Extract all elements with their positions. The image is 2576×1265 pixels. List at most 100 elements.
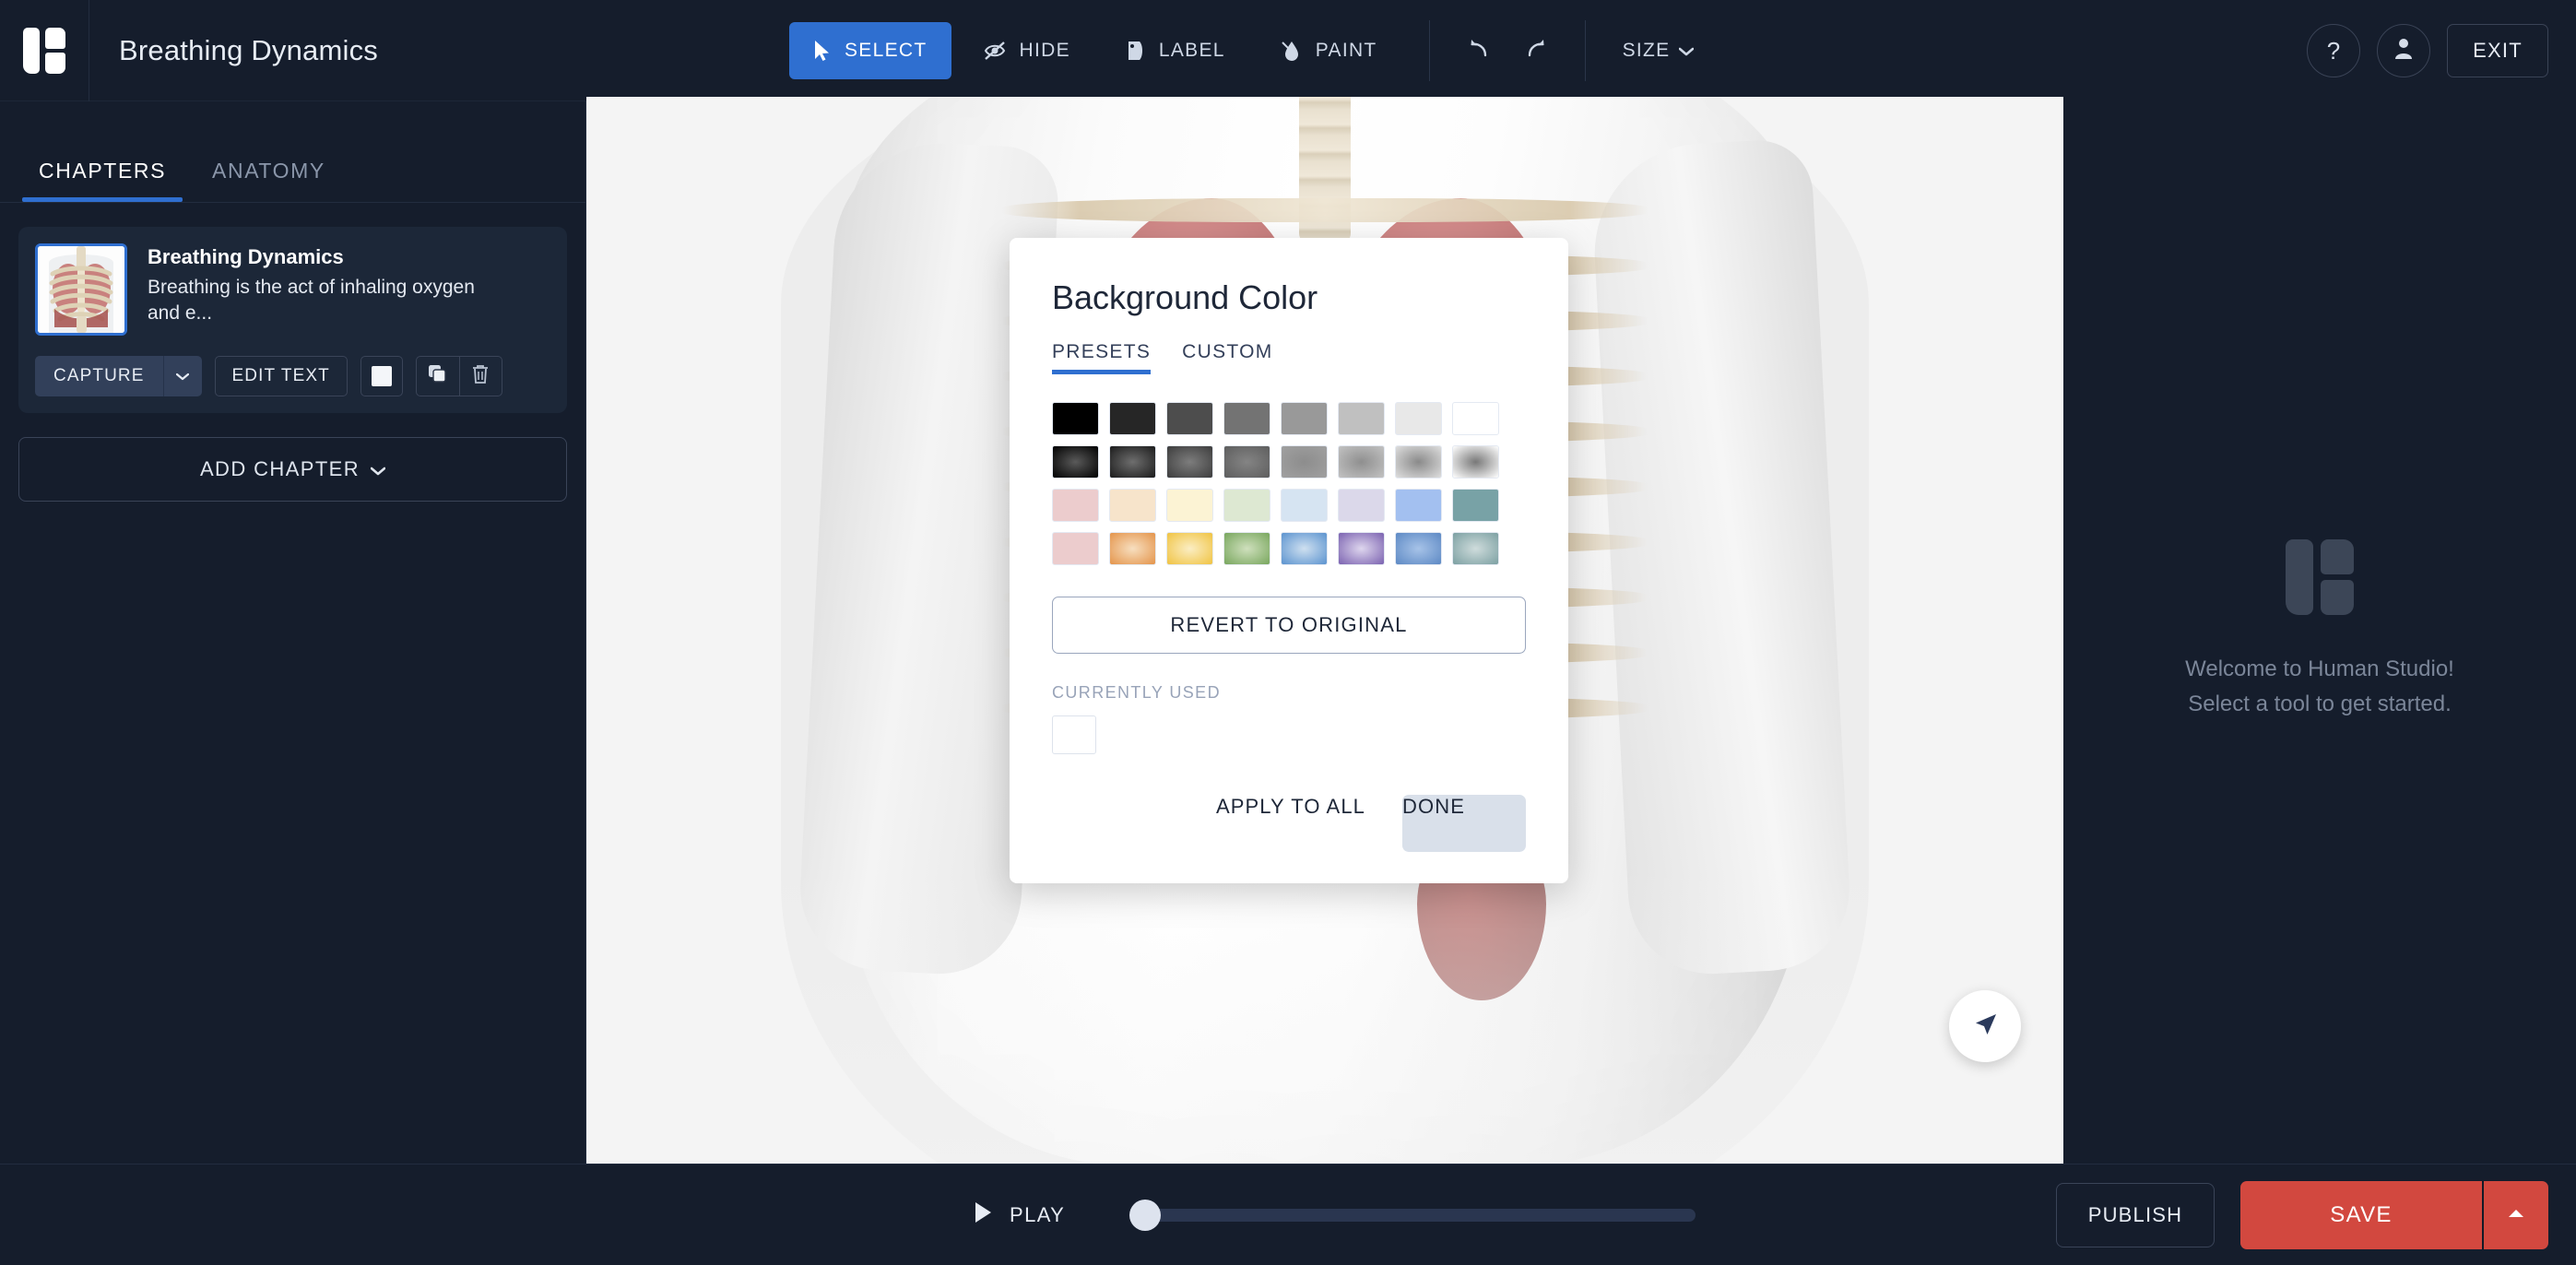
tool-paint[interactable]: PAINT — [1257, 22, 1401, 79]
tool-hide[interactable]: HIDE — [959, 22, 1094, 79]
color-swatch[interactable] — [1223, 489, 1270, 522]
sidebar-tabs: CHAPTERS ANATOMY — [0, 101, 585, 203]
color-swatch[interactable] — [1281, 532, 1328, 565]
help-button[interactable]: ? — [2307, 24, 2360, 77]
color-swatch[interactable] — [1452, 445, 1499, 479]
done-button[interactable]: DONE — [1402, 795, 1526, 852]
save-options-button[interactable] — [2482, 1180, 2548, 1249]
save-button[interactable]: SAVE — [2240, 1180, 2482, 1249]
color-swatch[interactable] — [1109, 445, 1156, 479]
apply-to-all-button[interactable]: APPLY TO ALL — [1196, 795, 1386, 852]
play-label: PLAY — [1010, 1202, 1066, 1226]
delete-button[interactable] — [458, 357, 502, 396]
undo-arrow-icon — [1466, 36, 1492, 66]
color-swatch[interactable] — [1109, 532, 1156, 565]
color-swatch[interactable] — [1223, 445, 1270, 479]
play-triangle-icon — [973, 1200, 993, 1229]
chapter-actions: CAPTURE EDIT TEXT — [35, 356, 550, 396]
edit-text-button[interactable]: EDIT TEXT — [214, 356, 348, 396]
dialog-title: Background Color — [1052, 278, 1318, 316]
color-swatch[interactable] — [1338, 489, 1385, 522]
color-swatch[interactable] — [1338, 445, 1385, 479]
bottom-bar: PLAY PUBLISH SAVE — [0, 1164, 2576, 1265]
color-swatch[interactable] — [1338, 402, 1385, 435]
toolbar-divider-1 — [1428, 20, 1430, 81]
currently-used-swatch[interactable] — [1052, 715, 1096, 754]
color-swatch[interactable] — [1052, 445, 1099, 479]
app-header: Breathing Dynamics SELECT HIDE LABEL PAI… — [0, 0, 2576, 101]
color-swatch[interactable] — [1281, 489, 1328, 522]
color-swatch[interactable] — [1395, 489, 1442, 522]
color-swatch[interactable] — [1052, 489, 1099, 522]
swatch-row — [1052, 402, 1526, 435]
tool-select[interactable]: SELECT — [789, 22, 951, 79]
app-logo[interactable] — [0, 0, 89, 101]
navigation-fab-button[interactable] — [1949, 990, 2021, 1062]
human-studio-logo-icon — [23, 27, 65, 74]
timeline-slider-handle[interactable] — [1129, 1199, 1161, 1231]
chapter-thumbnail-ribcage-lungs[interactable] — [35, 243, 127, 336]
tool-label-label: LABEL — [1158, 40, 1225, 61]
save-button-group: SAVE — [2240, 1180, 2548, 1249]
tab-chapters[interactable]: CHAPTERS — [22, 159, 183, 202]
color-swatch[interactable] — [1166, 489, 1213, 522]
color-swatch[interactable] — [1452, 489, 1499, 522]
cursor-arrow-icon — [813, 40, 832, 62]
color-swatch[interactable] — [1223, 532, 1270, 565]
color-swatch[interactable] — [1452, 402, 1499, 435]
toolbar: SELECT HIDE LABEL PAINT SIZE — [789, 0, 1710, 101]
tab-anatomy[interactable]: ANATOMY — [195, 159, 342, 202]
background-color-swatch-icon — [371, 366, 392, 386]
tab-custom[interactable]: CUSTOM — [1182, 341, 1272, 374]
welcome-message: Welcome to Human Studio! Select a tool t… — [2185, 652, 2454, 722]
welcome-line-2: Select a tool to get started. — [2188, 691, 2452, 716]
eye-slash-icon — [983, 41, 1007, 61]
trash-icon — [471, 364, 490, 389]
color-swatch[interactable] — [1052, 532, 1099, 565]
color-swatch[interactable] — [1109, 402, 1156, 435]
duplicate-button[interactable] — [417, 357, 459, 396]
color-swatch[interactable] — [1395, 445, 1442, 479]
right-panel: Welcome to Human Studio! Select a tool t… — [2063, 97, 2576, 1164]
color-swatch[interactable] — [1395, 402, 1442, 435]
size-dropdown[interactable]: SIZE — [1606, 22, 1711, 79]
welcome-line-1: Welcome to Human Studio! — [2185, 656, 2454, 681]
capture-dropdown-button[interactable] — [162, 356, 202, 396]
add-chapter-button[interactable]: ADD CHAPTER — [18, 437, 567, 502]
color-swatch[interactable] — [1281, 402, 1328, 435]
human-studio-logo-icon — [2286, 538, 2354, 615]
color-swatch[interactable] — [1395, 532, 1442, 565]
chevron-down-icon — [175, 366, 190, 386]
tool-label[interactable]: LABEL — [1102, 22, 1249, 79]
timeline-slider[interactable] — [1129, 1199, 1696, 1231]
chapter-description: Breathing is the act of inhaling oxygen … — [148, 277, 475, 324]
capture-button[interactable]: CAPTURE — [35, 356, 163, 396]
background-color-button[interactable] — [360, 356, 403, 396]
revert-to-original-button[interactable]: REVERT TO ORIGINAL — [1052, 597, 1526, 654]
tab-presets[interactable]: PRESETS — [1052, 341, 1152, 374]
account-button[interactable] — [2377, 24, 2430, 77]
color-swatch[interactable] — [1452, 532, 1499, 565]
color-swatch[interactable] — [1223, 402, 1270, 435]
publish-button[interactable]: PUBLISH — [2056, 1182, 2215, 1247]
tool-paint-label: PAINT — [1315, 40, 1377, 61]
color-swatch[interactable] — [1166, 532, 1213, 565]
color-swatch[interactable] — [1281, 445, 1328, 479]
user-avatar-icon — [2393, 36, 2415, 66]
color-swatch[interactable] — [1166, 445, 1213, 479]
add-chapter-label: ADD CHAPTER — [199, 457, 360, 480]
play-button[interactable]: PLAY — [973, 1200, 1065, 1229]
color-swatch[interactable] — [1166, 402, 1213, 435]
swatch-row — [1052, 445, 1526, 479]
exit-button[interactable]: EXIT — [2447, 24, 2548, 77]
color-swatch[interactable] — [1052, 402, 1099, 435]
chapter-title: Breathing Dynamics — [148, 245, 344, 268]
undo-button[interactable] — [1450, 22, 1507, 79]
size-label: SIZE — [1622, 40, 1671, 61]
tool-select-label: SELECT — [845, 40, 928, 61]
chapter-card[interactable]: Breathing Dynamics Breathing is the act … — [18, 227, 567, 413]
human-studio-app: Breathing Dynamics SELECT HIDE LABEL PAI… — [0, 0, 2576, 1265]
color-swatch[interactable] — [1109, 489, 1156, 522]
color-swatch[interactable] — [1338, 532, 1385, 565]
redo-button[interactable] — [1507, 22, 1565, 79]
